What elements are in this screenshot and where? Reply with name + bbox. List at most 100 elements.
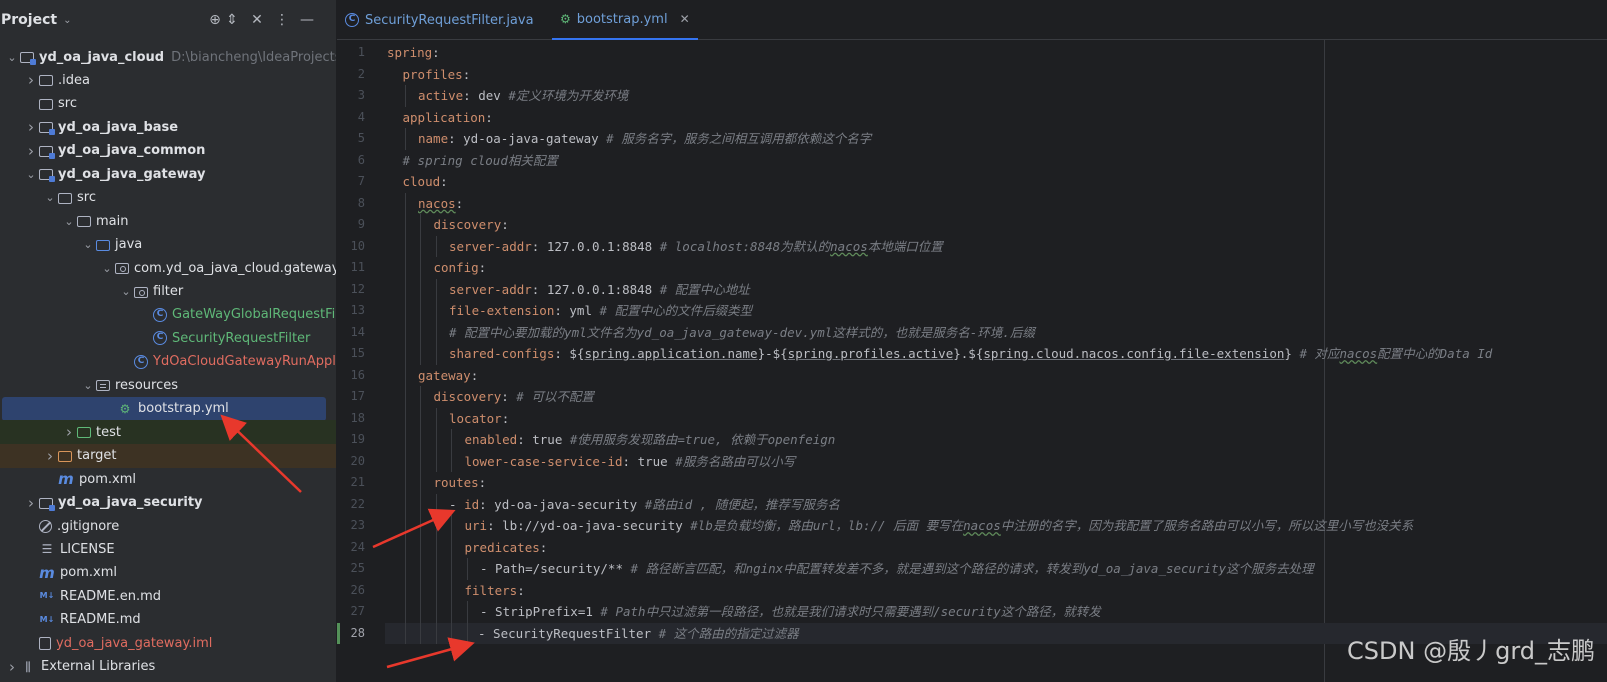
- code-line[interactable]: name: yd-oa-java-gateway # 服务名字，服务之间相互调用…: [387, 128, 871, 150]
- tree-item-label: YdOaCloudGatewayRunApplic: [153, 354, 337, 370]
- indent-guide: [435, 536, 437, 558]
- code-token: #服务名路由可以小写: [675, 453, 796, 469]
- code-line[interactable]: enabled: true #使用服务发现路由=true, 依赖于openfei…: [387, 429, 836, 451]
- code-token: :: [440, 174, 448, 189]
- line-number: 5: [357, 131, 365, 145]
- tree-item[interactable]: C GateWayGlobalRequestFilt: [0, 303, 336, 327]
- tree-item[interactable]: ⌄ com.yd_oa_java_cloud.gateway: [0, 256, 336, 280]
- chevron-right-icon[interactable]: ›: [23, 71, 39, 89]
- tree-item[interactable]: M↓ README.en.md: [0, 584, 336, 608]
- code-line[interactable]: routes:: [387, 472, 487, 494]
- tree-item[interactable]: › yd_oa_java_base: [0, 115, 336, 139]
- code-line[interactable]: server-addr: 127.0.0.1:8848 # localhost:…: [387, 236, 943, 258]
- code-line[interactable]: gateway:: [387, 365, 478, 387]
- locate-icon[interactable]: ⊕: [206, 11, 224, 29]
- code-line[interactable]: filters:: [387, 580, 525, 602]
- chevron-right-icon[interactable]: ›: [23, 494, 39, 512]
- chevron-right-icon[interactable]: ›: [61, 423, 77, 441]
- code-line[interactable]: server-addr: 127.0.0.1:8848 # 配置中心地址: [387, 279, 750, 301]
- code-line[interactable]: config:: [387, 257, 487, 279]
- code-line[interactable]: # 配置中心要加载的yml文件名为yd_oa_java_gateway-dev.…: [387, 322, 1035, 344]
- code-line[interactable]: file-extension: yml # 配置中心的文件后缀类型: [387, 300, 752, 322]
- tab-securityrequestfilter-java[interactable]: C SecurityRequestFilter.java: [337, 0, 542, 40]
- code-line[interactable]: predicates:: [387, 537, 548, 559]
- tree-item[interactable]: › yd_oa_java_common: [0, 139, 336, 163]
- chevron-right-icon[interactable]: ›: [4, 658, 20, 676]
- code-token: : 127.0.0.1:8848: [531, 281, 660, 297]
- code-line[interactable]: uri: lb://yd-oa-java-security #lb是负载均衡，路…: [387, 515, 1414, 537]
- code-line[interactable]: - id: yd-oa-java-security #路由id , 随便起，推荐…: [387, 494, 840, 516]
- tree-item[interactable]: ⌄ resources: [0, 373, 336, 397]
- chevron-down-icon[interactable]: ⌄: [4, 51, 20, 64]
- tree-item[interactable]: ⌄ yd_oa_java_gateway: [0, 162, 336, 186]
- code-line[interactable]: nacos:: [387, 193, 463, 215]
- code-line[interactable]: profiles:: [387, 64, 471, 86]
- indent-guide: [420, 515, 421, 537]
- more-options-icon[interactable]: ⋮: [273, 11, 291, 29]
- code-line[interactable]: application:: [387, 107, 493, 129]
- yaml-file-icon: ⚙: [119, 401, 131, 416]
- chevron-down-icon[interactable]: ⌄: [42, 191, 58, 204]
- tree-item[interactable]: › target: [0, 443, 336, 468]
- code-line[interactable]: active: dev #定义环境为开发环境: [387, 85, 628, 107]
- code-line[interactable]: shared-configs: ${spring.application.nam…: [387, 343, 1492, 365]
- hide-panel-icon[interactable]: —: [298, 11, 316, 29]
- code-line[interactable]: # spring cloud相关配置: [387, 150, 558, 172]
- indent-guide: [420, 536, 421, 558]
- tree-item[interactable]: src: [0, 92, 336, 116]
- tree-item[interactable]: ⌄ filter: [0, 280, 336, 304]
- tree-item[interactable]: › test: [0, 420, 336, 445]
- chevron-down-icon[interactable]: ⌄: [118, 285, 134, 298]
- tree-item[interactable]: yd_oa_java_gateway.iml: [0, 631, 336, 655]
- collapse-all-icon[interactable]: ✕: [248, 11, 266, 29]
- indent-guide: [451, 622, 452, 644]
- tree-item-label: test: [96, 424, 121, 440]
- tree-item[interactable]: › yd_oa_java_security: [0, 491, 336, 515]
- line-number: 13: [350, 303, 365, 317]
- code-line[interactable]: - Path=/security/** # 路径断言匹配，和nginx中配置转发…: [387, 558, 1314, 580]
- chevron-down-icon[interactable]: ⌄: [23, 168, 39, 181]
- chevron-right-icon[interactable]: ›: [23, 142, 39, 160]
- tree-item[interactable]: C YdOaCloudGatewayRunApplic: [0, 350, 337, 374]
- code-token: id: [464, 496, 480, 512]
- tab-bootstrap-yml[interactable]: ⚙ bootstrap.yml ✕: [552, 0, 698, 40]
- tree-item[interactable]: m pom.xml: [0, 467, 336, 491]
- project-view-selector[interactable]: Project: [1, 12, 57, 28]
- tree-item[interactable]: .gitignore: [0, 514, 336, 538]
- tree-item[interactable]: C SecurityRequestFilter: [0, 326, 336, 350]
- code-token: :: [470, 367, 479, 383]
- tree-item[interactable]: ⌄ main: [0, 209, 336, 233]
- tree-item[interactable]: ⌄ java: [0, 233, 336, 257]
- code-line[interactable]: cloud:: [387, 171, 448, 193]
- code-line[interactable]: spring:: [387, 42, 440, 64]
- tree-item[interactable]: ⌄ src: [0, 186, 336, 210]
- code-token: :: [478, 260, 487, 275]
- expand-all-icon[interactable]: ⇕: [223, 11, 241, 29]
- chevron-down-icon[interactable]: ⌄: [80, 238, 96, 251]
- code-token: discovery: [433, 389, 502, 404]
- chevron-down-icon[interactable]: ⌄: [61, 215, 77, 228]
- close-icon[interactable]: ✕: [680, 12, 690, 26]
- chevron-right-icon[interactable]: ›: [42, 447, 58, 465]
- chevron-down-icon[interactable]: ⌄: [80, 379, 96, 392]
- code-line[interactable]: - StripPrefix=1 # Path中只过滤第一段路径，也就是我们请求时…: [387, 601, 1101, 623]
- tree-item[interactable]: › ⫼ External Libraries: [0, 655, 336, 679]
- chevron-down-icon[interactable]: ⌄: [99, 262, 115, 275]
- tree-item[interactable]: ⚙ bootstrap.yml: [2, 396, 326, 421]
- tree-item[interactable]: ☰ LICENSE: [0, 537, 336, 561]
- tree-item[interactable]: M↓ README.md: [0, 608, 336, 632]
- tree-item[interactable]: ⌄ yd_oa_java_cloud D:\biancheng\IdeaProjec…: [0, 45, 336, 69]
- code-token: :: [517, 582, 525, 598]
- code-editor[interactable]: spring: profiles: active: dev #定义环境为开发环境 ap…: [385, 40, 1607, 682]
- tree-item-label: README.en.md: [60, 588, 161, 604]
- line-number: 2: [357, 66, 365, 81]
- code-token: spring.application.name: [584, 346, 758, 361]
- chevron-down-icon[interactable]: ⌄: [63, 15, 71, 26]
- indent-guide: [451, 601, 452, 623]
- chevron-right-icon[interactable]: ›: [23, 118, 39, 136]
- code-line[interactable]: lower-case-service-id: true #服务名路由可以小写: [387, 451, 796, 473]
- code-line[interactable]: discovery: # 可以不配置: [387, 386, 594, 408]
- code-token: discovery: [433, 217, 502, 232]
- tree-item[interactable]: › .idea: [0, 68, 336, 92]
- tree-item[interactable]: m pom.xml: [0, 561, 336, 585]
